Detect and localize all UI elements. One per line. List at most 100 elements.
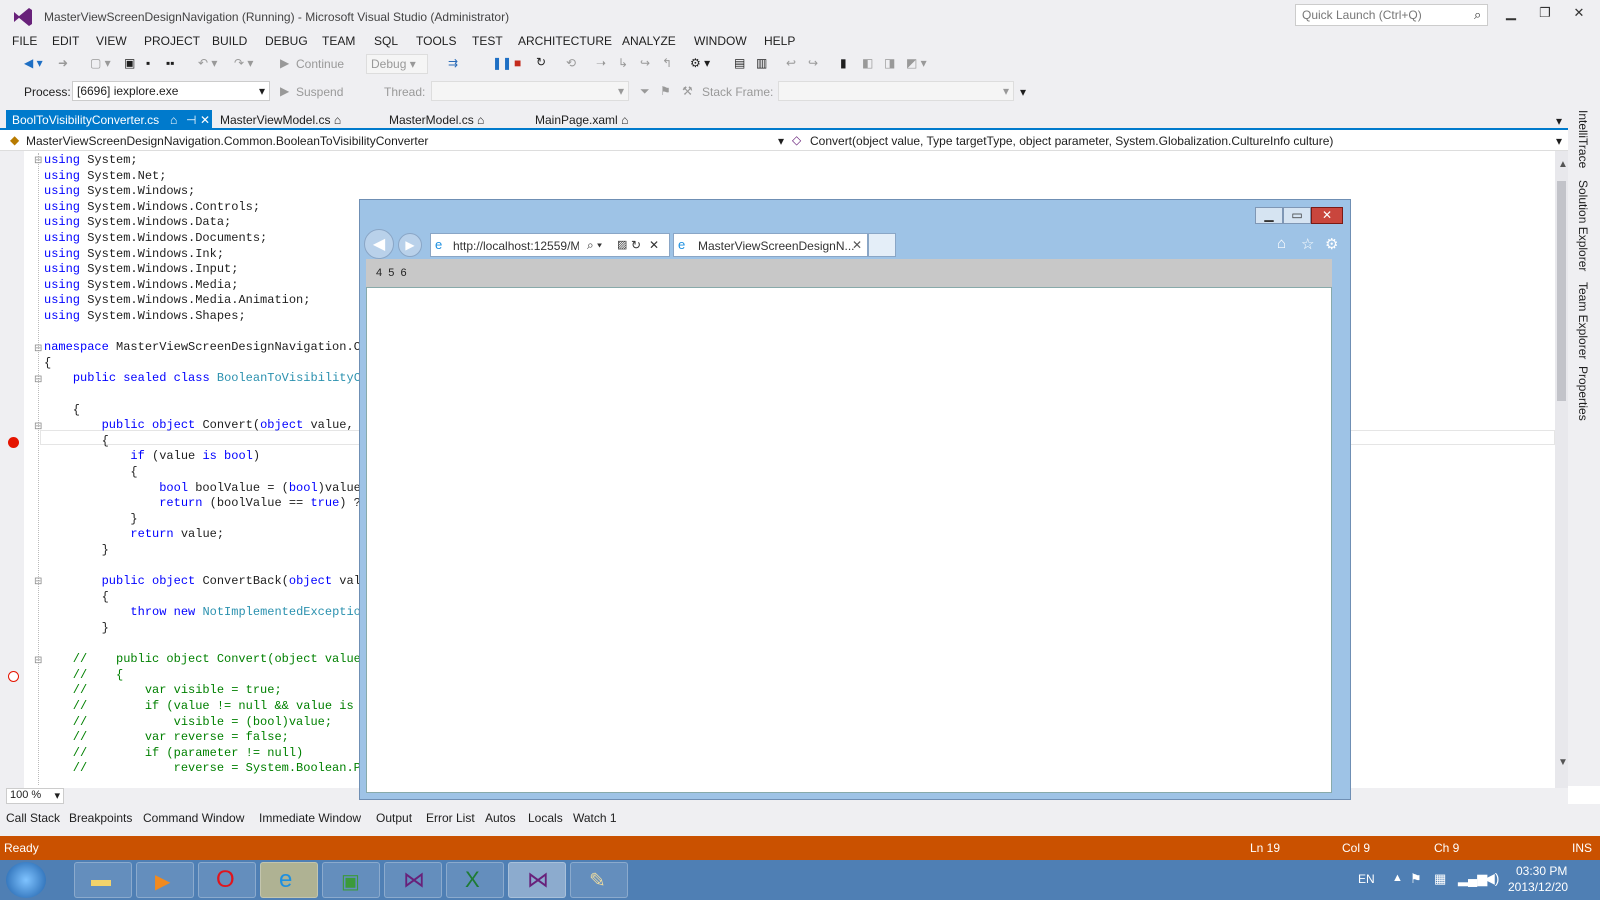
- back-icon[interactable]: ◀ ▾: [24, 56, 43, 70]
- volume-icon[interactable]: ◀): [1484, 870, 1499, 887]
- step-into-icon[interactable]: ↳: [618, 56, 628, 70]
- network-icon[interactable]: ▂▄▆: [1458, 871, 1487, 887]
- app-taskbar-button[interactable]: ▣: [322, 862, 380, 898]
- stack-icon[interactable]: ▥: [756, 56, 767, 70]
- device-icon[interactable]: ▦: [1434, 871, 1446, 887]
- tab-booltovisibilityconverter[interactable]: BoolToVisibilityConverter.cs ⌂ ⊣ ✕: [6, 110, 212, 130]
- filter-icon[interactable]: ⏷: [640, 84, 650, 99]
- undo-icon[interactable]: ↶ ▾: [198, 56, 217, 70]
- language-indicator[interactable]: EN: [1358, 872, 1375, 886]
- solution-config-select[interactable]: Debug ▾: [366, 54, 428, 74]
- redo-icon[interactable]: ↷ ▾: [234, 56, 253, 70]
- tab-solution-explorer[interactable]: Solution Explorer: [1576, 180, 1590, 271]
- minimize-button[interactable]: ▁: [1500, 5, 1522, 23]
- media-player-taskbar-button[interactable]: ▶: [136, 862, 194, 898]
- close-button[interactable]: ✕: [1568, 5, 1590, 23]
- tab-properties[interactable]: Properties: [1576, 366, 1590, 421]
- suspend-button[interactable]: Suspend: [296, 85, 343, 99]
- toolbar-overflow-icon[interactable]: ▾: [1020, 85, 1026, 99]
- forward-icon[interactable]: ➜: [58, 56, 68, 70]
- tab-output[interactable]: Output: [376, 811, 412, 825]
- continue-button[interactable]: Continue: [296, 57, 344, 71]
- tab-dropdown-icon[interactable]: ▾: [1556, 114, 1562, 128]
- open-file-icon[interactable]: ▣: [124, 56, 135, 70]
- start-button[interactable]: [6, 862, 46, 898]
- tab-mastermodel[interactable]: MasterModel.cs ⌂: [383, 110, 490, 130]
- ie-forward-button[interactable]: ▶: [398, 233, 422, 257]
- ie-stop-icon[interactable]: ✕: [649, 238, 659, 252]
- member-dropdown[interactable]: Convert(object value, Type targetType, o…: [810, 134, 1333, 148]
- stop-icon[interactable]: ■: [514, 56, 521, 70]
- ie-refresh-icon[interactable]: ↻: [631, 238, 641, 252]
- menu-project[interactable]: PROJECT: [144, 34, 200, 48]
- scroll-thumb[interactable]: [1557, 181, 1566, 401]
- paint-taskbar-button[interactable]: ✎: [570, 862, 628, 898]
- menu-window[interactable]: WINDOW: [694, 34, 747, 48]
- menu-view[interactable]: VIEW: [96, 34, 127, 48]
- save-icon[interactable]: ▪: [146, 56, 150, 70]
- save-all-icon[interactable]: ▪▪: [166, 56, 175, 70]
- tab-watch-1[interactable]: Watch 1: [573, 811, 617, 825]
- stack-frame-select[interactable]: ▾: [778, 81, 1014, 101]
- close-tab-icon[interactable]: ✕: [200, 113, 210, 127]
- hex-display-icon[interactable]: ⚙ ▾: [690, 56, 710, 70]
- tab-immediate-window[interactable]: Immediate Window: [259, 811, 361, 825]
- tab-call-stack[interactable]: Call Stack: [6, 811, 60, 825]
- menu-debug[interactable]: DEBUG: [265, 34, 308, 48]
- clear-bookmarks-icon[interactable]: ◩ ▾: [906, 56, 927, 70]
- clock-time[interactable]: 03:30 PM: [1516, 864, 1567, 878]
- show-next-statement-icon[interactable]: ➝: [596, 56, 606, 70]
- menu-tools[interactable]: TOOLS: [416, 34, 456, 48]
- ie-compat-icon[interactable]: ▨: [617, 238, 627, 251]
- flag-threads-icon[interactable]: ⚑: [660, 84, 671, 98]
- step-out-icon[interactable]: ↰: [662, 56, 672, 70]
- tab-breakpoints[interactable]: Breakpoints: [69, 811, 132, 825]
- restart-icon[interactable]: ↻: [536, 55, 546, 69]
- tab-masterviewmodel[interactable]: MasterViewModel.cs ⌂: [214, 110, 347, 130]
- process-select[interactable]: [6696] iexplore.exe ▾: [72, 81, 270, 101]
- show-hidden-icons-icon[interactable]: ▲: [1392, 872, 1403, 884]
- step-over-icon[interactable]: ↪: [640, 56, 650, 70]
- search-icon[interactable]: ⌕: [1474, 7, 1481, 23]
- ie-tab-close-icon[interactable]: ✕: [852, 238, 862, 252]
- next-bookmark-icon[interactable]: ◨: [884, 56, 895, 70]
- scroll-up-icon[interactable]: ▲: [1558, 159, 1568, 170]
- opera-taskbar-button[interactable]: O: [198, 862, 256, 898]
- visual-studio-active-taskbar-button[interactable]: ⋈: [508, 862, 566, 898]
- ie-page-content[interactable]: [366, 287, 1332, 793]
- ie-settings-icon[interactable]: ⚙: [1325, 235, 1338, 253]
- thread-select[interactable]: ▾: [431, 81, 629, 101]
- editor-scrollbar[interactable]: ▲ ▼: [1555, 151, 1568, 788]
- tab-locals[interactable]: Locals: [528, 811, 563, 825]
- type-dropdown[interactable]: MasterViewScreenDesignNavigation.Common.…: [26, 134, 428, 148]
- menu-test[interactable]: TEST: [472, 34, 503, 48]
- menu-analyze[interactable]: ANALYZE: [622, 34, 676, 48]
- ie-favorites-icon[interactable]: ☆: [1301, 235, 1314, 253]
- ie-search-icon[interactable]: ⌕ ▾: [587, 238, 602, 253]
- pin-icon[interactable]: ⊣: [186, 113, 196, 127]
- ie-home-icon[interactable]: ⌂: [1277, 235, 1286, 252]
- explorer-taskbar-button[interactable]: ▬: [74, 862, 132, 898]
- tab-autos[interactable]: Autos: [485, 811, 516, 825]
- menu-sql[interactable]: SQL: [374, 34, 398, 48]
- ie-address-text[interactable]: http://localhost:12559/M: [453, 239, 579, 253]
- menu-edit[interactable]: EDIT: [52, 34, 79, 48]
- excel-taskbar-button[interactable]: X: [446, 862, 504, 898]
- restore-button[interactable]: ❐: [1534, 5, 1556, 23]
- new-project-icon[interactable]: ▢ ▾: [90, 56, 111, 70]
- menu-help[interactable]: HELP: [764, 34, 795, 48]
- ie-back-button[interactable]: ◀: [364, 229, 394, 259]
- zoom-select[interactable]: 100 % ▾: [6, 788, 64, 804]
- action-center-icon[interactable]: ⚑: [1410, 871, 1422, 887]
- bookmark-icon[interactable]: ▮: [840, 56, 847, 70]
- ie-tab[interactable]: e MasterViewScreenDesignN... ✕: [673, 233, 868, 257]
- tab-team-explorer[interactable]: Team Explorer: [1576, 282, 1590, 359]
- pause-icon[interactable]: ❚❚: [492, 56, 512, 70]
- quick-launch-input[interactable]: Quick Launch (Ctrl+Q): [1295, 4, 1488, 26]
- menu-build[interactable]: BUILD: [212, 34, 247, 48]
- ie-close-button[interactable]: ✕: [1311, 207, 1343, 224]
- menu-architecture[interactable]: ARCHITECTURE: [518, 34, 612, 48]
- threads-icon[interactable]: ▤: [734, 56, 745, 70]
- ie-minimize-button[interactable]: ▁: [1255, 207, 1283, 224]
- continue-icon[interactable]: ▶: [280, 56, 289, 70]
